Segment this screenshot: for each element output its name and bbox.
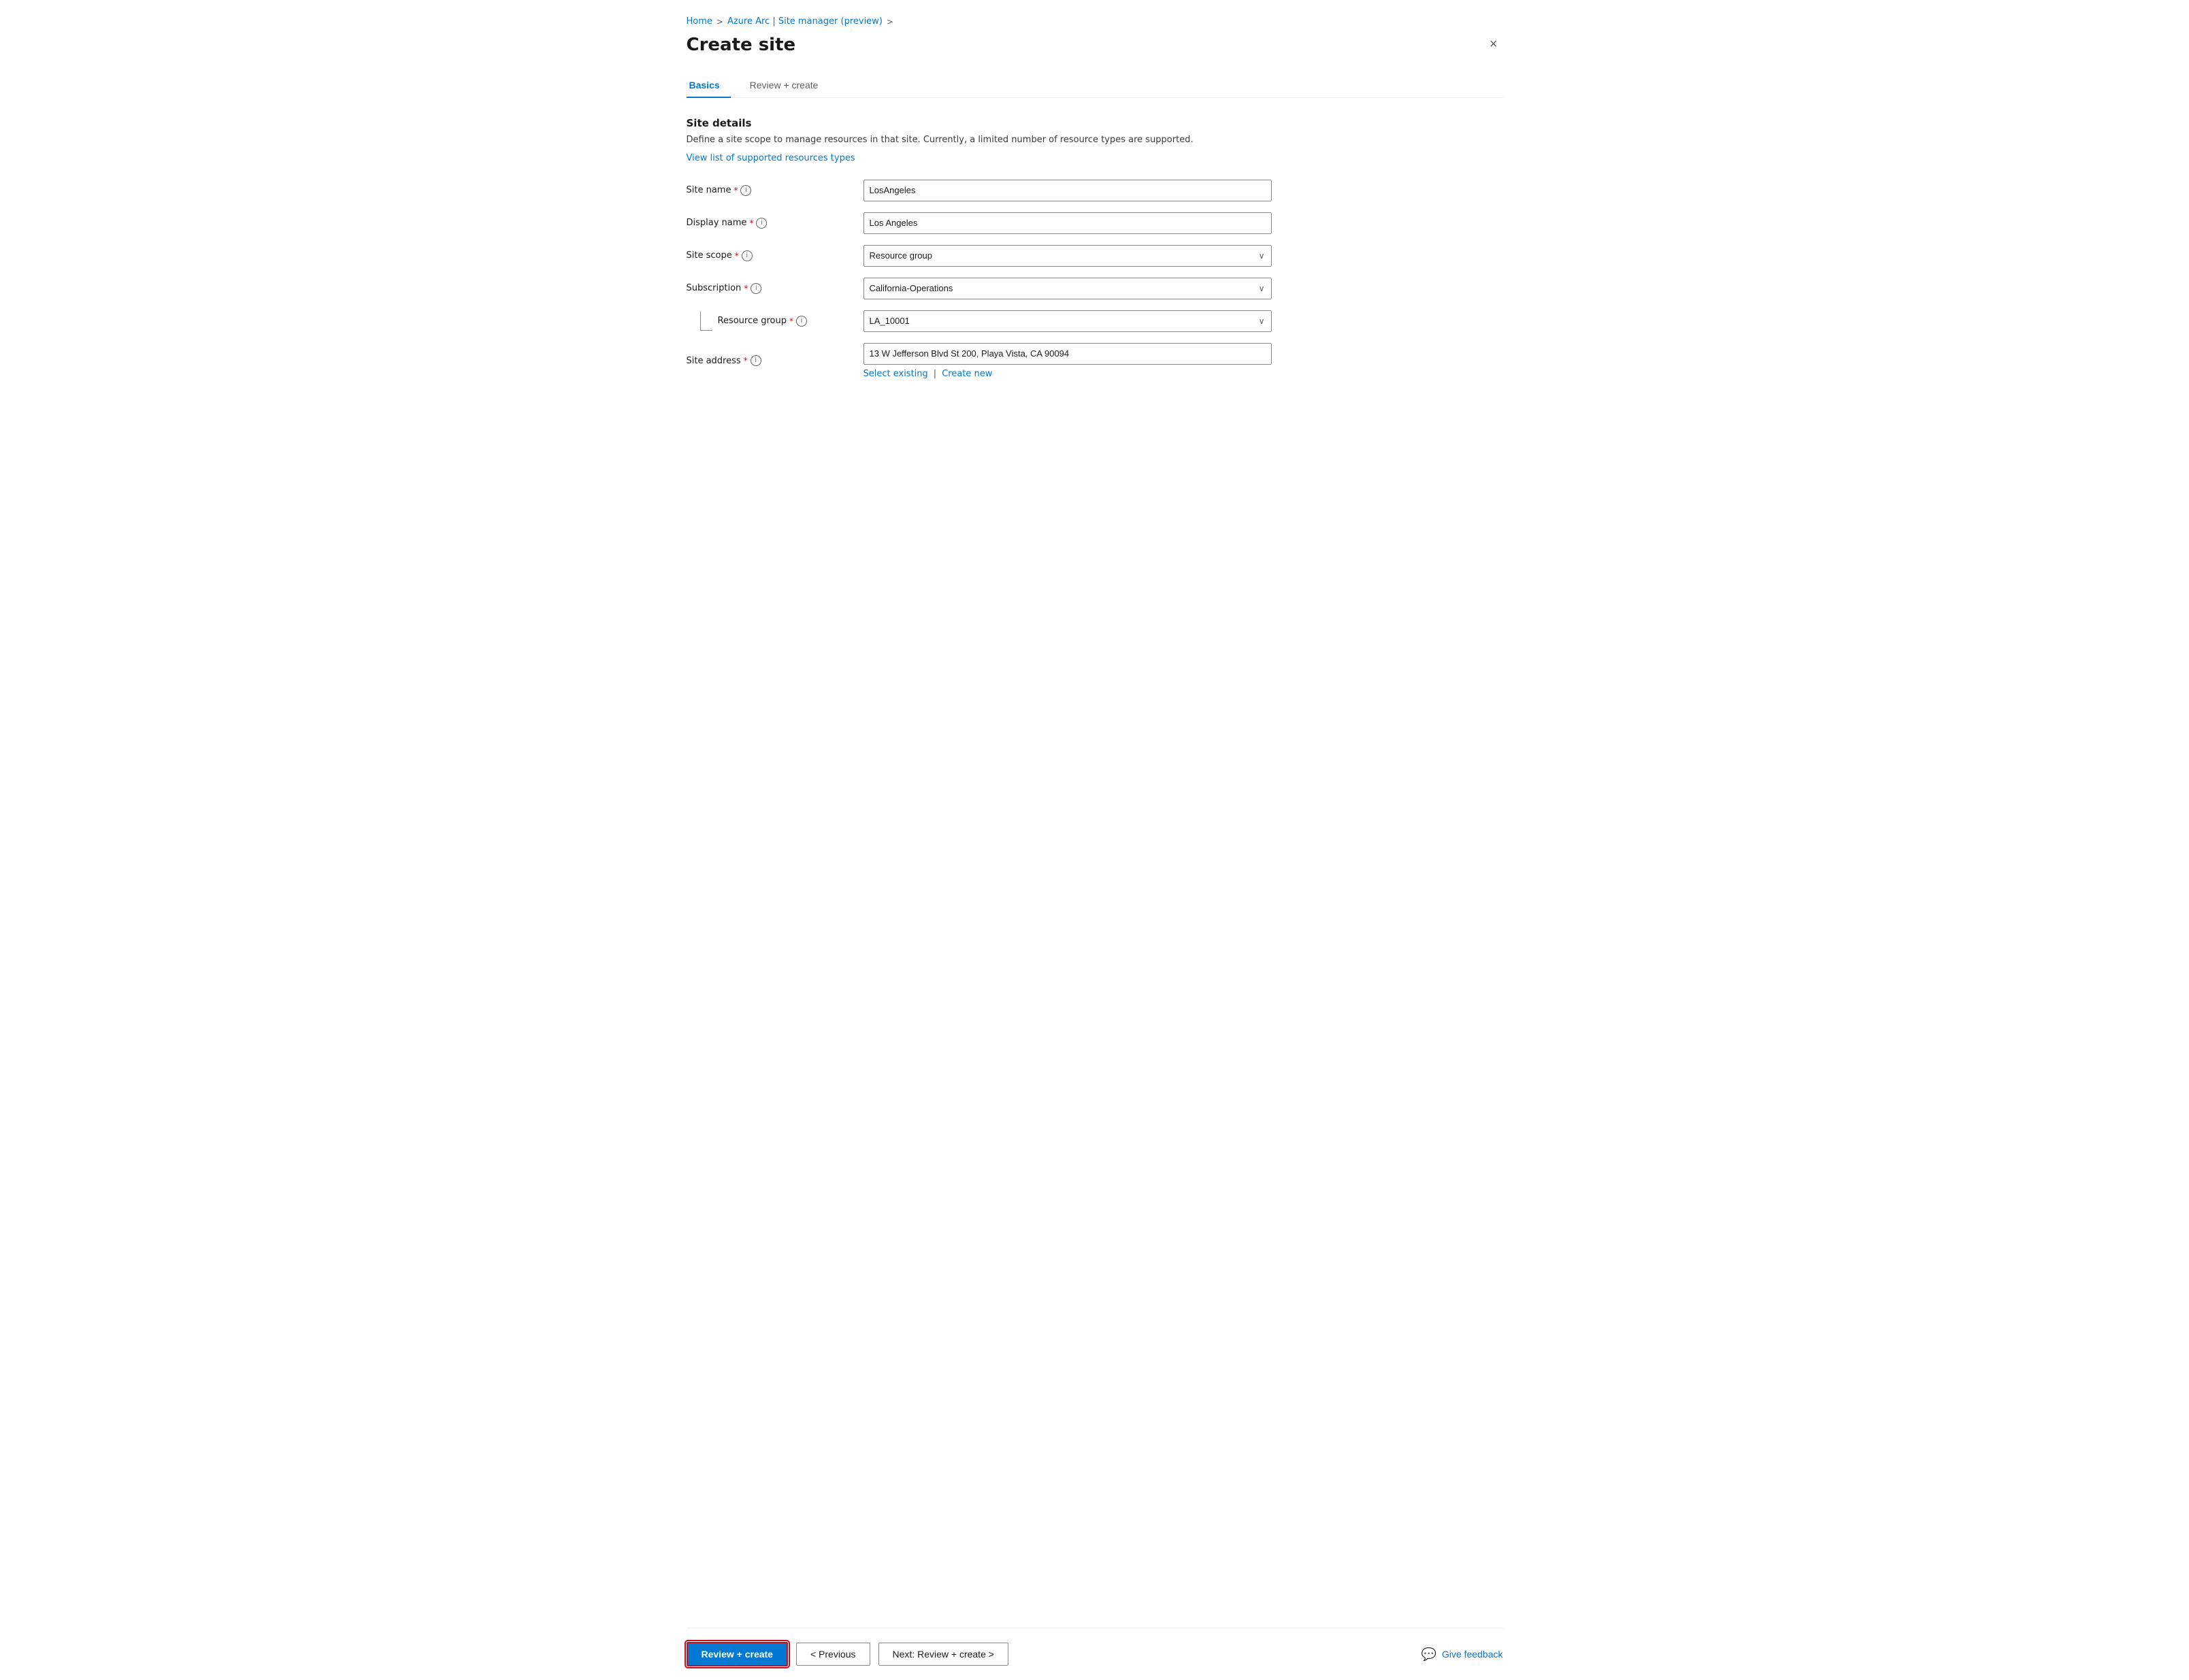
site-scope-control: Resource group Subscription xyxy=(863,245,1272,267)
subscription-select-wrapper: California-Operations xyxy=(863,278,1272,299)
resource-group-info-icon[interactable]: i xyxy=(796,316,807,327)
page-header: Create site × xyxy=(687,35,1503,55)
site-address-input[interactable] xyxy=(863,343,1272,365)
subscription-row: Subscription * i California-Operations xyxy=(687,278,1503,299)
resource-group-select-wrapper: LA_10001 xyxy=(863,310,1272,332)
give-feedback-button[interactable]: 💬 Give feedback xyxy=(1421,1647,1503,1662)
previous-button[interactable]: < Previous xyxy=(796,1643,870,1666)
site-scope-label: Site scope * i xyxy=(687,250,863,261)
site-scope-select-wrapper: Resource group Subscription xyxy=(863,245,1272,267)
page-title: Create site xyxy=(687,35,796,55)
resource-group-control: LA_10001 xyxy=(863,310,1272,332)
next-button[interactable]: Next: Review + create > xyxy=(878,1643,1008,1666)
display-name-input[interactable] xyxy=(863,212,1272,234)
address-links: Select existing | Create new xyxy=(863,369,1272,379)
site-address-control: Select existing | Create new xyxy=(863,343,1272,379)
display-name-label: Display name * i xyxy=(687,218,863,229)
create-new-link[interactable]: Create new xyxy=(942,369,992,379)
resource-group-required: * xyxy=(789,316,793,326)
breadcrumb: Home > Azure Arc | Site manager (preview… xyxy=(687,16,1503,27)
site-address-row: Site address * i Select existing | Creat… xyxy=(687,343,1503,379)
subscription-label: Subscription * i xyxy=(687,283,863,294)
form-section: Site name * i Display name * i xyxy=(687,180,1503,379)
display-name-row: Display name * i xyxy=(687,212,1503,234)
site-address-required: * xyxy=(744,356,748,365)
display-name-control xyxy=(863,212,1272,234)
section-description: Define a site scope to manage resources … xyxy=(687,133,1503,147)
site-name-info-icon[interactable]: i xyxy=(740,185,751,196)
breadcrumb-parent[interactable]: Azure Arc | Site manager (preview) xyxy=(727,16,883,27)
site-scope-info-icon[interactable]: i xyxy=(742,250,753,261)
tab-review-create[interactable]: Review + create xyxy=(747,74,829,97)
display-name-required: * xyxy=(749,218,753,228)
review-create-button[interactable]: Review + create xyxy=(687,1642,788,1666)
resource-group-indent: Resource group * i xyxy=(687,312,863,331)
site-name-control xyxy=(863,180,1272,201)
site-address-label: Site address * i xyxy=(687,355,863,366)
site-scope-row: Site scope * i Resource group Subscripti… xyxy=(687,245,1503,267)
tabs-container: Basics Review + create xyxy=(687,74,1503,98)
resource-group-row: Resource group * i LA_10001 xyxy=(687,310,1503,332)
view-resources-link[interactable]: View list of supported resources types xyxy=(687,153,855,163)
site-name-label: Site name * i xyxy=(687,185,863,196)
site-address-info-icon[interactable]: i xyxy=(751,355,761,366)
section-title: Site details xyxy=(687,117,1503,129)
indent-line xyxy=(700,312,712,331)
close-button[interactable]: × xyxy=(1484,35,1503,54)
site-scope-select[interactable]: Resource group Subscription xyxy=(863,245,1272,267)
subscription-control: California-Operations xyxy=(863,278,1272,299)
subscription-select[interactable]: California-Operations xyxy=(863,278,1272,299)
select-existing-link[interactable]: Select existing xyxy=(863,369,928,379)
resource-group-select[interactable]: LA_10001 xyxy=(863,310,1272,332)
subscription-required: * xyxy=(744,284,748,293)
tab-basics[interactable]: Basics xyxy=(687,74,731,97)
breadcrumb-sep2: > xyxy=(887,17,893,27)
feedback-label: Give feedback xyxy=(1442,1649,1503,1660)
feedback-icon: 💬 xyxy=(1421,1647,1436,1662)
resource-group-label: Resource group * i xyxy=(718,316,808,327)
site-name-row: Site name * i xyxy=(687,180,1503,201)
breadcrumb-home[interactable]: Home xyxy=(687,16,712,27)
subscription-info-icon[interactable]: i xyxy=(751,283,761,294)
breadcrumb-sep1: > xyxy=(717,17,723,27)
address-links-separator: | xyxy=(934,369,936,379)
footer: Review + create < Previous Next: Review … xyxy=(687,1628,1503,1680)
site-name-required: * xyxy=(734,186,738,195)
site-scope-required: * xyxy=(735,251,739,261)
site-details-section: Site details Define a site scope to mana… xyxy=(687,117,1503,163)
display-name-info-icon[interactable]: i xyxy=(756,218,767,229)
site-name-input[interactable] xyxy=(863,180,1272,201)
